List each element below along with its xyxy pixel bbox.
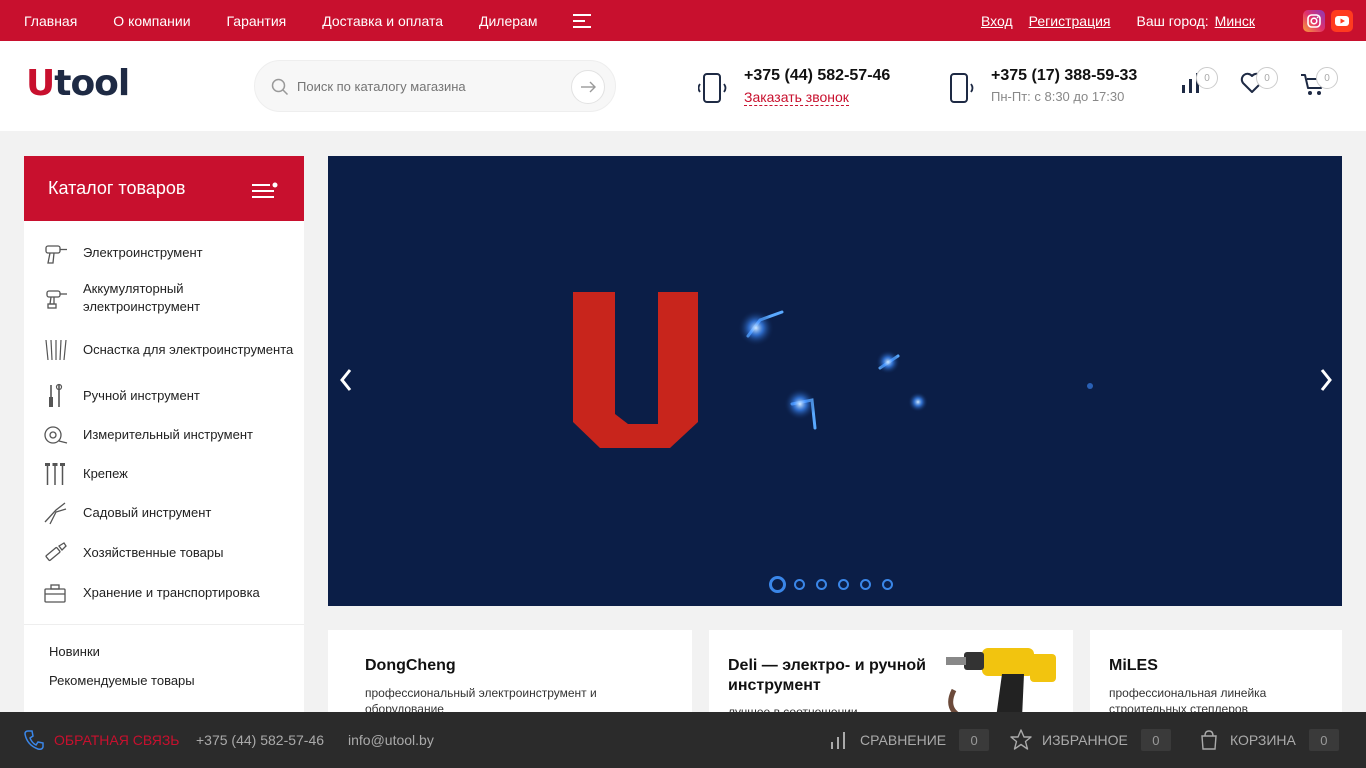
brand-card-title: Deli — электро- и ручной инструмент bbox=[728, 657, 926, 694]
slide-artwork bbox=[573, 292, 1093, 448]
favorites-label: ИЗБРАННОЕ bbox=[1042, 732, 1128, 748]
nav-about-link[interactable]: О компании bbox=[113, 13, 190, 29]
catalog-menu-icon[interactable] bbox=[252, 182, 278, 200]
catalog-item-garden[interactable]: Садовый инструмент bbox=[24, 493, 304, 533]
cart-label: КОРЗИНА bbox=[1230, 732, 1296, 748]
header: Utool +375 (44) 582-57-46 Заказать звоно… bbox=[0, 41, 1366, 131]
drill-bits-icon bbox=[45, 339, 67, 361]
phone-icon bbox=[698, 73, 727, 103]
search-submit-button[interactable] bbox=[571, 70, 605, 104]
search-icon bbox=[271, 78, 289, 96]
brand-card-dongcheng[interactable]: DongCheng профессиональный электроинстру… bbox=[328, 630, 692, 720]
catalog-header[interactable]: Каталог товаров bbox=[24, 156, 304, 221]
arrow-right-icon bbox=[581, 81, 596, 93]
site-logo[interactable]: Utool bbox=[26, 63, 130, 104]
pruner-icon bbox=[44, 502, 67, 525]
cart-count-badge: 0 bbox=[1316, 67, 1338, 89]
catalog-sidebar: Каталог товаров Электроинструмент Аккуму… bbox=[24, 156, 304, 716]
brand-card-title: MiLES bbox=[1109, 657, 1158, 674]
nav-warranty-link[interactable]: Гарантия bbox=[227, 13, 287, 29]
hand-tools-icon bbox=[49, 383, 63, 407]
catalog-divider bbox=[24, 624, 304, 625]
nav-home-link[interactable]: Главная bbox=[24, 13, 77, 29]
cart-count: 0 bbox=[1308, 729, 1339, 751]
phone-call-icon bbox=[24, 730, 44, 750]
compare-count-badge: 0 bbox=[1196, 67, 1218, 89]
favorites-count-badge: 0 bbox=[1256, 67, 1278, 89]
catalog-item-accessories[interactable]: Оснастка для электроинструмента bbox=[24, 324, 304, 376]
bag-icon bbox=[1201, 730, 1217, 750]
catalog-item-hand-tools[interactable]: Ручной инструмент bbox=[24, 376, 304, 415]
slider-dot-1[interactable] bbox=[769, 576, 786, 593]
catalog-item-measuring[interactable]: Измерительный инструмент bbox=[24, 415, 304, 454]
cart-button[interactable]: 0 bbox=[1300, 67, 1338, 101]
catalog-list: Электроинструмент Аккумуляторный электро… bbox=[24, 221, 304, 613]
catalog-item-fasteners[interactable]: Крепеж bbox=[24, 454, 304, 493]
cordless-drill-image bbox=[946, 648, 1056, 720]
search-input[interactable] bbox=[297, 75, 557, 97]
slider-pagination bbox=[769, 576, 904, 593]
bottom-phone-link[interactable]: +375 (44) 582-57-46 bbox=[196, 712, 324, 768]
drill-icon bbox=[45, 244, 67, 264]
phone-number-1[interactable]: +375 (44) 582-57-46 bbox=[744, 67, 890, 85]
bottom-compare-button[interactable]: СРАВНЕНИЕ 0 bbox=[830, 712, 990, 768]
catalog-item-power-tools[interactable]: Электроинструмент bbox=[24, 233, 304, 272]
login-link[interactable]: Вход bbox=[981, 13, 1013, 29]
flashlight-icon bbox=[45, 542, 67, 562]
compare-label: СРАВНЕНИЕ bbox=[860, 732, 947, 748]
feedback-button[interactable]: ОБРАТНАЯ СВЯЗЬ bbox=[24, 712, 179, 768]
slider-dot-3[interactable] bbox=[816, 579, 827, 590]
brand-card-title: DongCheng bbox=[365, 657, 456, 674]
slider-dot-4[interactable] bbox=[838, 579, 849, 590]
bottom-email-link[interactable]: info@utool.by bbox=[348, 712, 434, 768]
top-account-area: Вход Регистрация Ваш город: Минск bbox=[981, 0, 1366, 41]
brand-card-deli[interactable]: Deli — электро- и ручной инструмент лучш… bbox=[709, 630, 1073, 720]
nav-delivery-link[interactable]: Доставка и оплата bbox=[322, 13, 443, 29]
youtube-icon[interactable] bbox=[1331, 9, 1353, 32]
city-label: Ваш город: bbox=[1136, 12, 1209, 29]
catalog-item-storage[interactable]: Хранение и транспортировка bbox=[24, 573, 304, 613]
top-bar: Главная О компании Гарантия Доставка и о… bbox=[0, 0, 1366, 41]
catalog-recommended-link[interactable]: Рекомендуемые товары bbox=[49, 673, 195, 688]
brand-card-miles[interactable]: MiLES профессиональная линейка строитель… bbox=[1090, 630, 1342, 720]
phone-icon bbox=[950, 73, 974, 103]
star-icon bbox=[1010, 729, 1032, 750]
favorites-button[interactable]: 0 bbox=[1240, 67, 1278, 101]
bottom-cart-button[interactable]: КОРЗИНА 0 bbox=[1198, 712, 1339, 768]
bottom-favorites-button[interactable]: ИЗБРАННОЕ 0 bbox=[1010, 712, 1171, 768]
slider-dot-2[interactable] bbox=[794, 579, 805, 590]
cordless-drill-icon bbox=[46, 290, 67, 309]
slider-dot-5[interactable] bbox=[860, 579, 871, 590]
callback-link[interactable]: Заказать звонок bbox=[744, 89, 849, 106]
slider-prev-arrow[interactable] bbox=[338, 366, 354, 394]
working-hours: Пн-Пт: с 8:30 до 17:30 bbox=[991, 89, 1125, 104]
instagram-icon[interactable] bbox=[1303, 9, 1325, 32]
register-link[interactable]: Регистрация bbox=[1029, 13, 1111, 29]
catalog-item-household[interactable]: Хозяйственные товары bbox=[24, 533, 304, 573]
brand-u-shape bbox=[573, 292, 698, 448]
compare-button[interactable]: 0 bbox=[1180, 67, 1218, 101]
slider-next-arrow[interactable] bbox=[1318, 366, 1334, 394]
bottom-bar: ОБРАТНАЯ СВЯЗЬ +375 (44) 582-57-46 info@… bbox=[0, 712, 1366, 768]
search-box bbox=[254, 60, 616, 112]
top-nav: Главная О компании Гарантия Доставка и о… bbox=[24, 0, 592, 41]
more-menu-icon[interactable] bbox=[573, 13, 592, 28]
favorites-count: 0 bbox=[1140, 729, 1171, 751]
tape-measure-icon bbox=[44, 425, 68, 444]
compare-icon bbox=[831, 732, 845, 749]
city-selector[interactable]: Минск bbox=[1215, 13, 1255, 29]
slider-dot-6[interactable] bbox=[882, 579, 893, 590]
feedback-label: ОБРАТНАЯ СВЯЗЬ bbox=[54, 732, 180, 748]
hero-slider[interactable] bbox=[328, 156, 1342, 606]
fasteners-icon bbox=[45, 462, 65, 485]
catalog-item-cordless-tools[interactable]: Аккумуляторный электроинструмент bbox=[24, 272, 304, 324]
compare-count: 0 bbox=[959, 729, 990, 751]
catalog-new-link[interactable]: Новинки bbox=[49, 644, 100, 659]
toolbox-icon bbox=[44, 584, 66, 603]
nav-dealers-link[interactable]: Дилерам bbox=[479, 13, 537, 29]
phone-number-2[interactable]: +375 (17) 388-59-33 bbox=[991, 67, 1137, 85]
catalog-title: Каталог товаров bbox=[48, 178, 186, 198]
